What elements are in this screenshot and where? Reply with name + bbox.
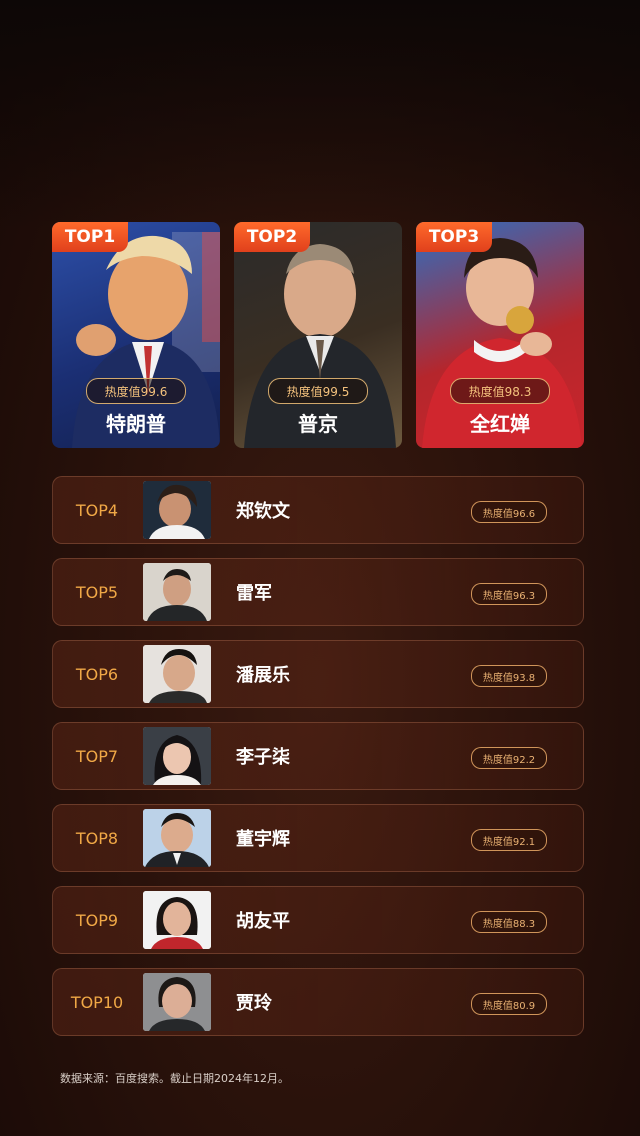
ranking-row[interactable]: TOP4 郑钦文 热度值96.6 bbox=[52, 476, 584, 544]
person-name: 雷军 bbox=[236, 583, 272, 604]
rank-tab: TOP3 bbox=[416, 222, 492, 252]
top3-card-2[interactable]: TOP2 热度值99.5 普京 bbox=[234, 222, 402, 448]
person-name: 郑钦文 bbox=[236, 501, 290, 522]
heat-badge: 热度值96.3 bbox=[471, 583, 547, 605]
heat-badge: 热度值99.6 bbox=[86, 378, 186, 404]
source-footnote: 数据来源：百度搜索。截止日期2024年12月。 bbox=[60, 1072, 289, 1085]
ranking-row[interactable]: TOP8 董宇辉 热度值92.1 bbox=[52, 804, 584, 872]
heat-badge: 热度值99.5 bbox=[268, 378, 368, 404]
top3-podium: TOP1 热度值99.6 特朗普 TOP2 热度值99.5 普京 TOP3 热度… bbox=[52, 222, 584, 450]
ranking-row[interactable]: TOP5 雷军 热度值96.3 bbox=[52, 558, 584, 626]
person-name: 普京 bbox=[298, 412, 338, 436]
person-name: 董宇辉 bbox=[236, 829, 290, 850]
avatar bbox=[143, 727, 211, 785]
ranking-list: TOP4 郑钦文 热度值96.6 TOP5 雷军 热度值96.3 TOP6 潘展… bbox=[52, 476, 584, 1050]
avatar bbox=[143, 481, 211, 539]
rank-label: TOP9 bbox=[75, 910, 119, 930]
rank-label: TOP8 bbox=[75, 828, 119, 848]
rank-label: TOP10 bbox=[70, 992, 124, 1012]
rank-label: TOP6 bbox=[75, 664, 119, 684]
avatar bbox=[143, 645, 211, 703]
person-name: 贾玲 bbox=[236, 993, 272, 1014]
heat-badge: 热度值93.8 bbox=[471, 665, 547, 687]
rank-label: TOP5 bbox=[75, 582, 119, 602]
avatar bbox=[143, 563, 211, 621]
rank-tab: TOP1 bbox=[52, 222, 128, 252]
person-photo-icon bbox=[143, 481, 211, 539]
heat-badge: 热度值96.6 bbox=[471, 501, 547, 523]
person-name: 胡友平 bbox=[236, 911, 290, 932]
ranking-row[interactable]: TOP6 潘展乐 热度值93.8 bbox=[52, 640, 584, 708]
heat-badge: 热度值92.1 bbox=[471, 829, 547, 851]
heat-badge: 热度值92.2 bbox=[471, 747, 547, 769]
avatar bbox=[143, 891, 211, 949]
person-name: 潘展乐 bbox=[236, 665, 290, 686]
avatar bbox=[143, 809, 211, 867]
top3-card-3[interactable]: TOP3 热度值98.3 全红婵 bbox=[416, 222, 584, 448]
heat-badge: 热度值88.3 bbox=[471, 911, 547, 933]
heat-badge: 热度值98.3 bbox=[450, 378, 550, 404]
person-photo-icon bbox=[143, 973, 211, 1031]
heat-badge: 热度值80.9 bbox=[471, 993, 547, 1015]
person-photo-icon bbox=[143, 809, 211, 867]
person-photo-icon bbox=[143, 727, 211, 785]
person-photo-icon bbox=[143, 645, 211, 703]
top3-card-1[interactable]: TOP1 热度值99.6 特朗普 bbox=[52, 222, 220, 448]
person-name: 全红婵 bbox=[470, 412, 530, 436]
ranking-row[interactable]: TOP10 贾玲 热度值80.9 bbox=[52, 968, 584, 1036]
header-gradient bbox=[0, 0, 640, 230]
rank-label: TOP4 bbox=[75, 500, 119, 520]
person-name: 特朗普 bbox=[106, 412, 166, 436]
rank-label: TOP7 bbox=[75, 746, 119, 766]
person-name: 李子柒 bbox=[236, 747, 290, 768]
ranking-row[interactable]: TOP7 李子柒 热度值92.2 bbox=[52, 722, 584, 790]
person-photo-icon bbox=[143, 891, 211, 949]
person-photo-icon bbox=[143, 563, 211, 621]
avatar bbox=[143, 973, 211, 1031]
rank-tab: TOP2 bbox=[234, 222, 310, 252]
ranking-row[interactable]: TOP9 胡友平 热度值88.3 bbox=[52, 886, 584, 954]
